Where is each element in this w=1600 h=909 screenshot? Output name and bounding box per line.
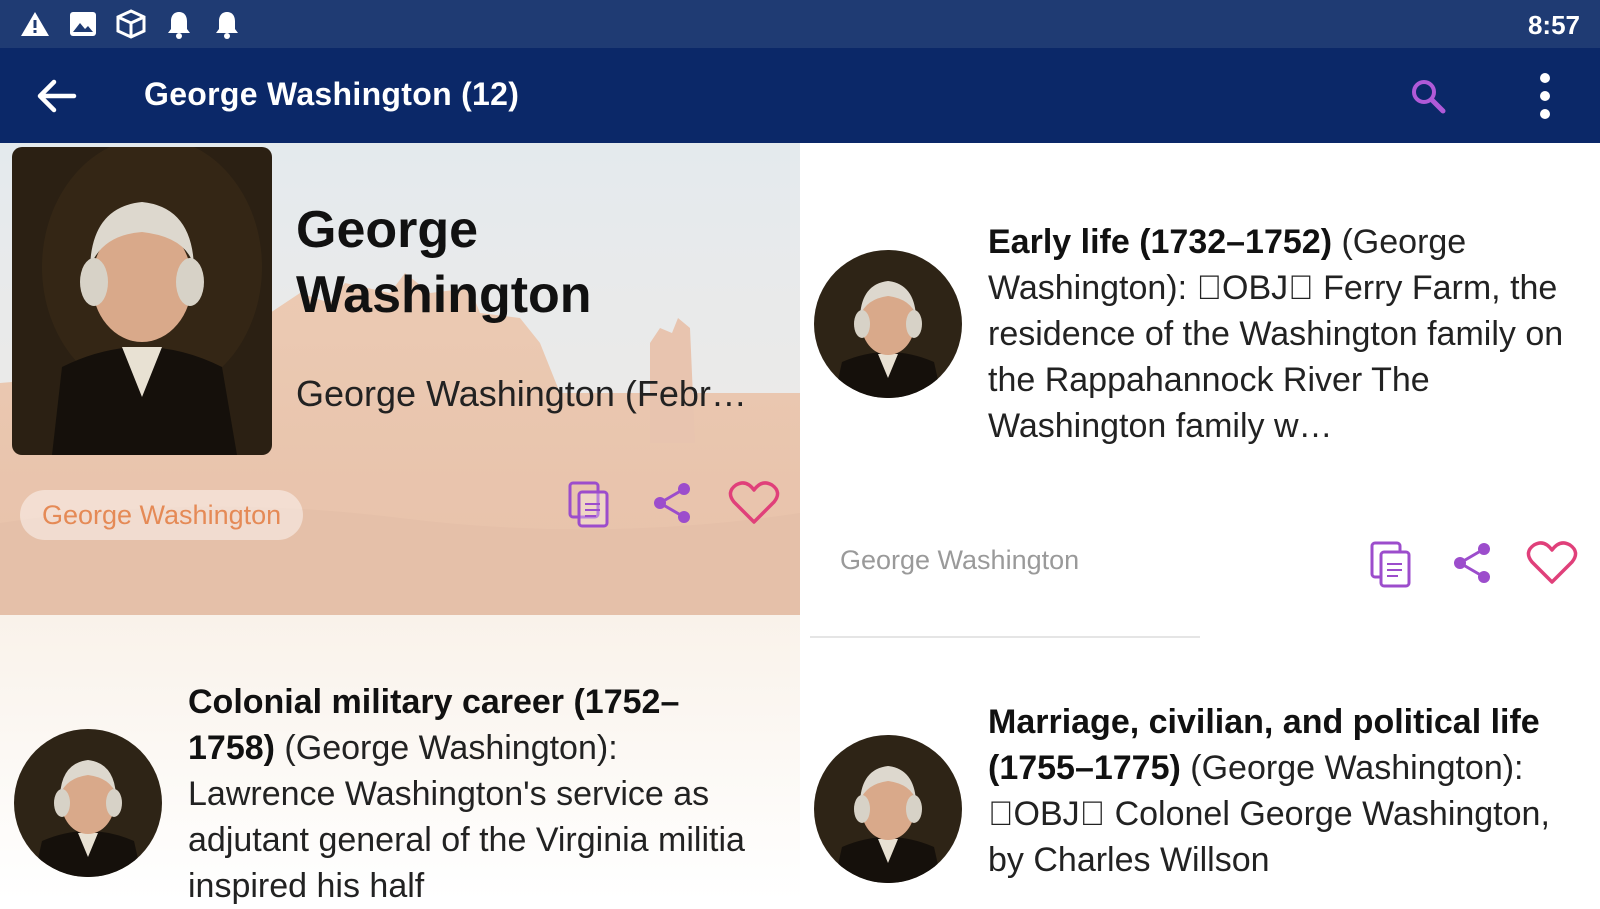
entry-subject: (George Washington): bbox=[284, 729, 618, 767]
entry-heading: Early life (1732–1752) bbox=[988, 223, 1333, 261]
notification-bell-icon bbox=[162, 8, 196, 40]
portrait-avatar bbox=[14, 729, 162, 877]
hero-card[interactable]: George Washington George Washington (Feb… bbox=[0, 143, 800, 615]
status-icons bbox=[18, 8, 244, 40]
heart-icon[interactable] bbox=[728, 480, 780, 526]
tag-chip[interactable]: George Washington bbox=[20, 490, 304, 540]
hero-snippet: George Washington (Febr… bbox=[296, 373, 747, 414]
heart-icon[interactable] bbox=[1526, 540, 1578, 586]
package-icon bbox=[114, 8, 148, 40]
entry-source: George Washington bbox=[840, 545, 1080, 575]
entry-card-marriage[interactable]: Marriage, civilian, and political life (… bbox=[800, 643, 1600, 900]
more-vertical-icon[interactable] bbox=[1530, 70, 1560, 122]
portrait-avatar bbox=[814, 250, 962, 398]
entry-card-early-life[interactable]: Early life (1732–1752) (George Washingto… bbox=[810, 143, 1600, 636]
entry-body:  OBJ  Colonel George Washington, by Char… bbox=[988, 795, 1550, 879]
copy-icon[interactable] bbox=[566, 480, 612, 528]
entry-text: Early life (1732–1752) (George Washingto… bbox=[988, 219, 1568, 449]
share-icon[interactable] bbox=[1450, 540, 1496, 586]
entry-text: Marriage, civilian, and political life (… bbox=[988, 699, 1568, 883]
arrow-back-icon[interactable] bbox=[34, 76, 78, 116]
copy-icon[interactable] bbox=[1368, 540, 1414, 588]
entry-card-military-career[interactable]: Colonial military career (1752–1758) (Ge… bbox=[0, 615, 800, 905]
hero-title: George Washington bbox=[296, 201, 592, 324]
share-icon[interactable] bbox=[650, 480, 696, 526]
page-title: George Washington (12) bbox=[144, 76, 520, 112]
app-bar: George Washington (12) bbox=[0, 48, 1600, 143]
notification-bell-icon bbox=[210, 8, 244, 40]
entry-body: Lawrence Washington's service as adjutan… bbox=[188, 775, 745, 905]
entry-text: Colonial military career (1752–1758) (Ge… bbox=[188, 679, 763, 909]
search-icon[interactable] bbox=[1408, 76, 1448, 116]
image-icon bbox=[66, 8, 100, 40]
status-bar: 8:57 bbox=[0, 0, 1600, 48]
warning-icon bbox=[18, 8, 52, 40]
entry-subject: (George Washington): bbox=[1190, 749, 1524, 787]
status-time: 8:57 bbox=[1527, 10, 1580, 40]
portrait-avatar bbox=[814, 735, 962, 883]
portrait-image bbox=[12, 147, 272, 455]
divider bbox=[810, 636, 1200, 638]
